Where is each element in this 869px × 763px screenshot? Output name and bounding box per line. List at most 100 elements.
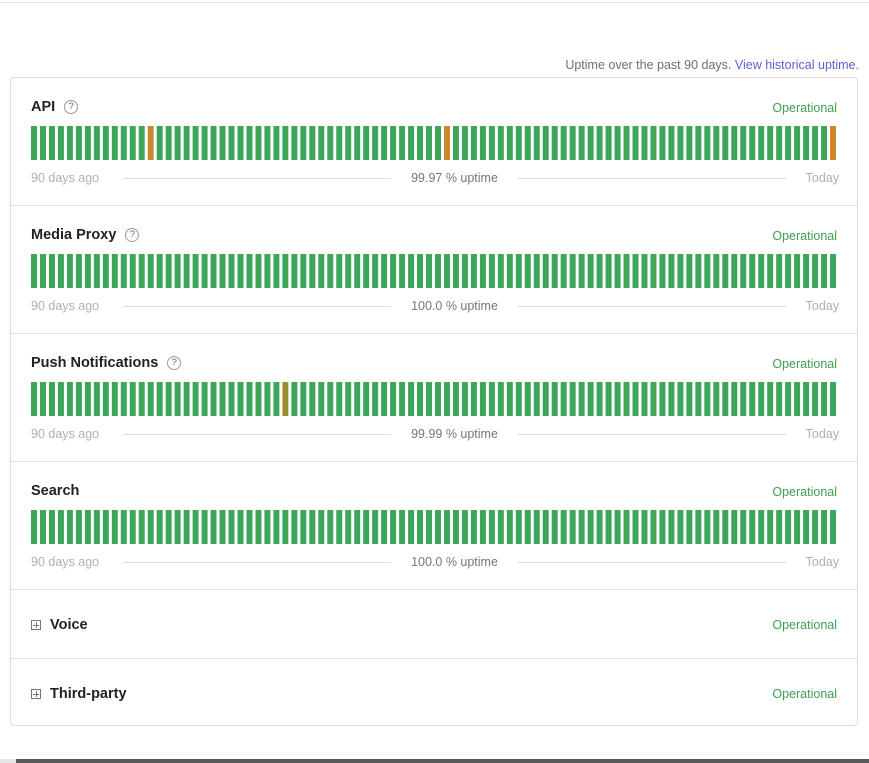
uptime-day-bar[interactable] (129, 126, 136, 160)
view-historical-uptime-link[interactable]: View historical uptime. (735, 58, 859, 72)
uptime-day-bar[interactable] (48, 510, 55, 544)
uptime-day-bar[interactable] (246, 382, 253, 416)
uptime-day-bar[interactable] (515, 510, 522, 544)
uptime-day-bar[interactable] (147, 510, 154, 544)
uptime-day-bar[interactable] (165, 382, 172, 416)
uptime-day-bar[interactable] (264, 382, 271, 416)
uptime-day-bar[interactable] (75, 382, 82, 416)
uptime-day-bar[interactable] (686, 510, 693, 544)
uptime-day-bar[interactable] (363, 382, 370, 416)
uptime-day-bar[interactable] (497, 382, 504, 416)
uptime-day-bar[interactable] (354, 510, 361, 544)
uptime-day-bar[interactable] (542, 254, 549, 288)
uptime-day-bar[interactable] (273, 382, 280, 416)
uptime-day-bar[interactable] (713, 510, 720, 544)
uptime-day-bar[interactable] (237, 254, 244, 288)
uptime-day-bar[interactable] (614, 382, 621, 416)
uptime-day-bar[interactable] (31, 382, 37, 416)
uptime-day-bar[interactable] (470, 254, 477, 288)
uptime-day-bar[interactable] (31, 254, 37, 288)
uptime-day-bar[interactable] (309, 126, 316, 160)
uptime-day-bar[interactable] (57, 382, 64, 416)
uptime-day-bar[interactable] (794, 382, 801, 416)
uptime-day-bar[interactable] (461, 382, 468, 416)
uptime-day-bar[interactable] (435, 254, 441, 288)
uptime-day-bar[interactable] (300, 126, 307, 160)
uptime-day-bar[interactable] (264, 510, 271, 544)
uptime-day-bar[interactable] (300, 510, 307, 544)
uptime-day-bar[interactable] (776, 254, 783, 288)
uptime-day-bar[interactable] (192, 254, 199, 288)
uptime-day-bar[interactable] (309, 510, 316, 544)
uptime-day-bar[interactable] (210, 382, 217, 416)
uptime-day-bar[interactable] (282, 126, 289, 160)
uptime-day-bar[interactable] (201, 382, 208, 416)
uptime-day-bar[interactable] (48, 126, 55, 160)
uptime-day-bar[interactable] (192, 126, 199, 160)
uptime-day-bar[interactable] (668, 126, 675, 160)
uptime-day-bar[interactable] (120, 254, 127, 288)
uptime-day-bar[interactable] (138, 254, 145, 288)
uptime-day-bar[interactable] (794, 254, 801, 288)
uptime-day-bar[interactable] (578, 126, 585, 160)
uptime-day-bar[interactable] (551, 126, 558, 160)
uptime-day-bar[interactable] (39, 126, 46, 160)
uptime-day-bar[interactable] (767, 510, 774, 544)
uptime-day-bar[interactable] (273, 254, 280, 288)
uptime-day-bar[interactable] (102, 254, 109, 288)
uptime-day-bar[interactable] (291, 254, 298, 288)
uptime-day-bar[interactable] (426, 254, 433, 288)
uptime-day-bar[interactable] (318, 126, 325, 160)
uptime-day-bar[interactable] (156, 382, 163, 416)
uptime-day-bar[interactable] (488, 126, 495, 160)
uptime-day-bar[interactable] (372, 510, 379, 544)
uptime-day-bar[interactable] (524, 510, 531, 544)
uptime-day-bar[interactable] (569, 126, 576, 160)
uptime-day-bar[interactable] (623, 126, 630, 160)
uptime-day-bar[interactable] (695, 382, 702, 416)
uptime-day-bar[interactable] (569, 510, 576, 544)
uptime-day-bar[interactable] (533, 254, 540, 288)
uptime-day-bar[interactable] (66, 382, 73, 416)
uptime-day-bar[interactable] (147, 254, 154, 288)
uptime-day-bar[interactable] (632, 510, 639, 544)
uptime-day-bar[interactable] (560, 382, 567, 416)
uptime-day-bar[interactable] (354, 254, 361, 288)
uptime-day-bar[interactable] (479, 382, 486, 416)
uptime-day-bar[interactable] (614, 126, 621, 160)
uptime-day-bar[interactable] (129, 510, 136, 544)
uptime-day-bar[interactable] (138, 126, 145, 160)
uptime-day-bar[interactable] (210, 126, 217, 160)
uptime-day-bar[interactable] (731, 382, 738, 416)
uptime-day-bar[interactable] (659, 510, 666, 544)
uptime-day-bar[interactable] (31, 126, 37, 160)
uptime-day-bar[interactable] (345, 126, 352, 160)
uptime-day-bar[interactable] (524, 126, 531, 160)
uptime-day-bar[interactable] (578, 254, 585, 288)
uptime-day-bar[interactable] (641, 254, 648, 288)
component-group-third-party[interactable]: Third-party Operational (11, 659, 857, 728)
uptime-day-bar[interactable] (821, 382, 828, 416)
uptime-day-bar[interactable] (147, 382, 154, 416)
uptime-day-bar[interactable] (408, 254, 415, 288)
uptime-day-bar[interactable] (488, 510, 495, 544)
uptime-day-bar[interactable] (156, 126, 163, 160)
uptime-day-bar[interactable] (506, 254, 513, 288)
uptime-day-bar[interactable] (731, 254, 738, 288)
uptime-day-bar[interactable] (318, 254, 325, 288)
uptime-day-bar[interactable] (318, 382, 325, 416)
uptime-day-bar[interactable] (830, 254, 837, 288)
uptime-day-bar[interactable] (282, 510, 289, 544)
uptime-day-bar[interactable] (632, 382, 639, 416)
uptime-day-bar[interactable] (803, 382, 810, 416)
uptime-day-bar[interactable] (246, 254, 253, 288)
uptime-day-bar[interactable] (165, 254, 172, 288)
uptime-day-bar[interactable] (174, 126, 181, 160)
uptime-day-bar[interactable] (183, 510, 190, 544)
uptime-day-bar[interactable] (327, 510, 334, 544)
uptime-day-bar[interactable] (587, 126, 594, 160)
uptime-day-bar[interactable] (596, 126, 603, 160)
uptime-day-bar[interactable] (129, 254, 136, 288)
uptime-day-bar[interactable] (408, 382, 415, 416)
uptime-day-bar[interactable] (686, 254, 693, 288)
